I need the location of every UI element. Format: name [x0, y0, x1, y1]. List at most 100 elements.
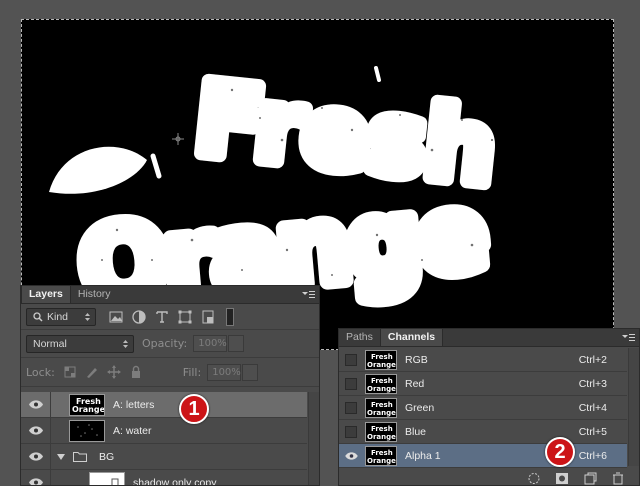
opacity-field[interactable]: 100%: [193, 335, 245, 352]
blend-mode-select[interactable]: Normal: [26, 334, 134, 353]
spinner-icon: [85, 312, 90, 321]
channel-row-alpha-1[interactable]: Fresh Orange Alpha 1 Ctrl+6: [339, 444, 627, 468]
visibility-box: [345, 377, 357, 390]
panel-menu-icon[interactable]: [621, 332, 635, 344]
layer-row-shadow-only-copy[interactable]: shadow only copy: [21, 469, 307, 486]
shape-filter-icon[interactable]: [177, 309, 193, 325]
filter-kind-label: Kind: [47, 310, 69, 323]
channel-name: Alpha 1: [405, 449, 441, 462]
tab-channels[interactable]: Channels: [379, 329, 444, 346]
layer-row-a-water[interactable]: A: water: [21, 417, 307, 444]
tab-paths[interactable]: Paths: [339, 329, 380, 346]
svg-text:Fresh: Fresh: [371, 449, 393, 457]
layer-row-a-letters[interactable]: Fresh Orange A: letters: [21, 391, 307, 418]
visibility-toggle[interactable]: [21, 417, 51, 444]
visibility-toggle[interactable]: [339, 444, 363, 468]
fill-dropdown[interactable]: [242, 363, 259, 381]
expand-triangle-icon[interactable]: [57, 453, 65, 461]
type-filter-icon[interactable]: [154, 309, 170, 325]
svg-text:Fresh: Fresh: [371, 353, 393, 361]
eye-icon: [344, 451, 358, 460]
lock-position-icon[interactable]: [106, 365, 121, 379]
visibility-toggle[interactable]: [21, 443, 51, 470]
layers-panel-tabbar: Layers History: [21, 286, 319, 304]
tab-layers[interactable]: Layers: [21, 286, 71, 303]
visibility-toggle[interactable]: [21, 469, 51, 485]
channel-name: Red: [405, 377, 425, 390]
new-channel-icon[interactable]: [583, 472, 597, 485]
svg-text:Orange: Orange: [367, 361, 396, 369]
visibility-toggle[interactable]: [339, 372, 363, 396]
smart-object-filter-icon[interactable]: [200, 309, 216, 325]
channel-shortcut: Ctrl+5: [578, 425, 607, 438]
channels-footer: [339, 469, 639, 485]
layer-name: A: water: [113, 424, 152, 437]
channel-shortcut: Ctrl+3: [578, 377, 607, 390]
svg-text:Orange: Orange: [72, 405, 104, 414]
adjustment-filter-icon[interactable]: [131, 309, 147, 325]
eye-icon: [28, 400, 43, 409]
layer-group-bg[interactable]: BG: [21, 443, 307, 470]
svg-text:Orange: Orange: [367, 433, 396, 441]
layer-thumbnail[interactable]: Fresh Orange: [69, 393, 105, 416]
channel-thumbnail[interactable]: Fresh Orange: [365, 445, 397, 466]
opacity-label: Opacity:: [142, 337, 188, 350]
eye-icon: [28, 452, 43, 461]
fill-field[interactable]: 100%: [207, 363, 259, 381]
channel-shortcut: Ctrl+4: [578, 401, 607, 414]
channel-name: Green: [405, 401, 435, 414]
lock-all-icon[interactable]: [129, 365, 143, 379]
layer-thumbnail[interactable]: [69, 419, 105, 442]
lock-label: Lock:: [26, 365, 55, 379]
svg-text:Orange: Orange: [367, 409, 396, 417]
save-selection-icon[interactable]: [555, 472, 569, 485]
fill-value: 100%: [212, 366, 241, 378]
visibility-box: [345, 353, 357, 366]
filter-toggle[interactable]: [226, 307, 234, 326]
channel-name: Blue: [405, 425, 427, 438]
spinner-icon: [123, 339, 128, 348]
channels-panel-tabbar: Paths Channels: [339, 329, 639, 347]
lock-pixels-icon[interactable]: [85, 365, 99, 379]
svg-text:Fresh: Fresh: [371, 401, 393, 409]
channel-name: RGB: [405, 353, 428, 366]
visibility-toggle[interactable]: [339, 420, 363, 444]
channel-thumbnail[interactable]: Fresh Orange: [365, 349, 397, 370]
image-filter-icon[interactable]: [108, 309, 124, 325]
tab-history[interactable]: History: [71, 286, 118, 303]
panel-menu-icon[interactable]: [301, 289, 315, 301]
layers-panel: Layers History Kind Normal Opacity: 100%: [20, 285, 320, 486]
opacity-dropdown[interactable]: [228, 335, 245, 352]
svg-text:Fresh: Fresh: [371, 377, 393, 385]
svg-text:Orange: Orange: [367, 385, 396, 393]
visibility-box: [345, 401, 357, 414]
lock-row: Lock: Fill: 100%: [21, 358, 319, 387]
annotation-badge-2: 2: [545, 437, 575, 467]
delete-channel-icon[interactable]: [611, 472, 625, 485]
channel-shortcut: Ctrl+2: [578, 353, 607, 366]
filter-kind-select[interactable]: Kind: [26, 307, 96, 326]
move-cursor-icon: [172, 133, 184, 145]
channel-thumbnail[interactable]: Fresh Orange: [365, 397, 397, 418]
layers-scrollbar[interactable]: [308, 392, 319, 485]
channels-scrollbar[interactable]: [628, 348, 639, 466]
layer-thumbnail[interactable]: [89, 471, 125, 485]
search-icon: [33, 311, 43, 322]
load-selection-icon[interactable]: [527, 472, 541, 485]
layer-name: A: letters: [113, 398, 155, 411]
channel-row-rgb[interactable]: Fresh Orange RGB Ctrl+2: [339, 348, 627, 372]
visibility-toggle[interactable]: [339, 396, 363, 420]
channel-thumbnail[interactable]: Fresh Orange: [365, 373, 397, 394]
eye-icon: [28, 478, 43, 485]
visibility-toggle[interactable]: [21, 391, 51, 418]
svg-text:Orange: Orange: [367, 457, 396, 465]
channel-row-green[interactable]: Fresh Orange Green Ctrl+4: [339, 396, 627, 420]
visibility-box: [345, 425, 357, 438]
channel-thumbnail[interactable]: Fresh Orange: [365, 421, 397, 442]
annotation-badge-1: 1: [179, 394, 209, 424]
lock-transparent-icon[interactable]: [63, 365, 77, 379]
visibility-toggle[interactable]: [339, 348, 363, 372]
channel-row-red[interactable]: Fresh Orange Red Ctrl+3: [339, 372, 627, 396]
layer-name: shadow only copy: [133, 476, 217, 486]
channel-row-blue[interactable]: Fresh Orange Blue Ctrl+5: [339, 420, 627, 444]
